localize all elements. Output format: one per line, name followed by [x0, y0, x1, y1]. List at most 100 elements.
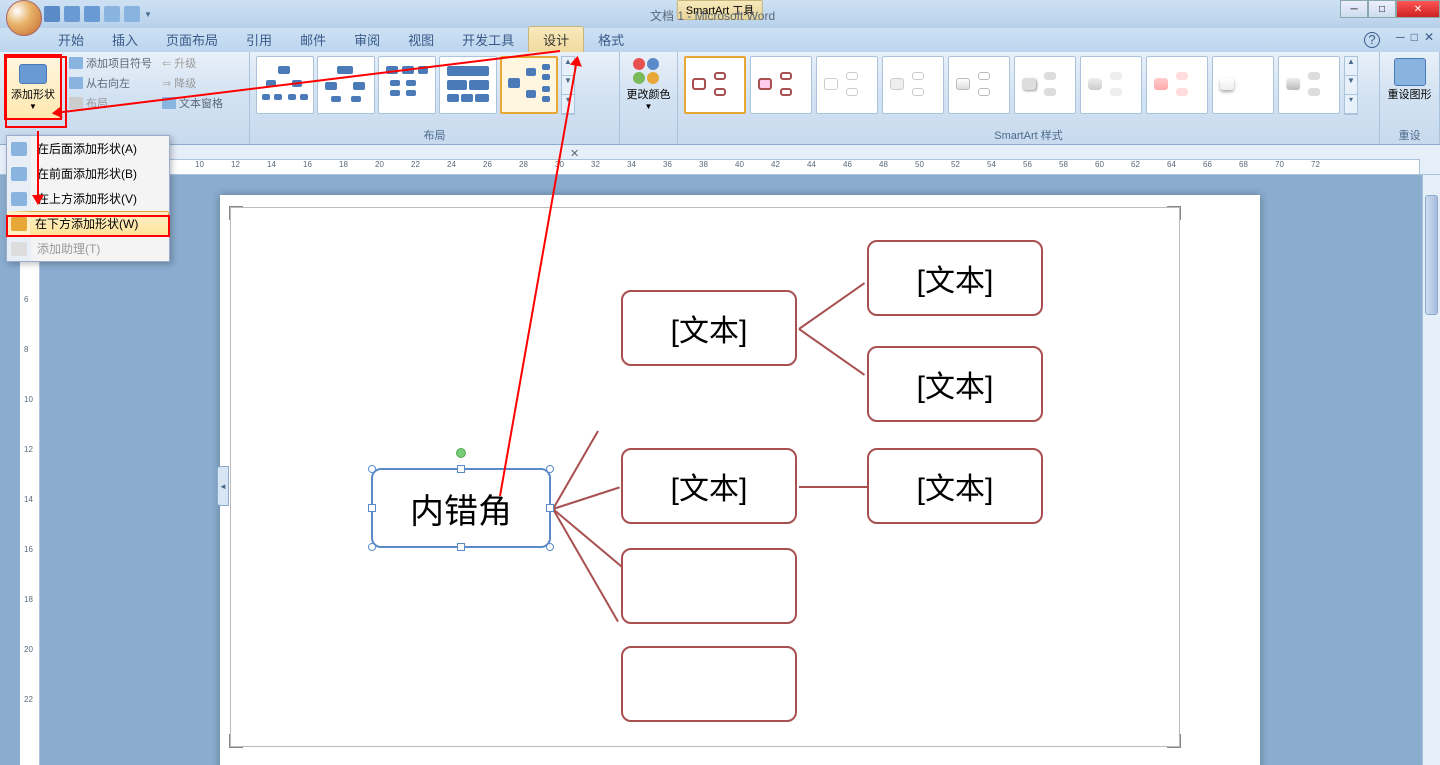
style-thumb-10[interactable] — [1278, 56, 1340, 114]
sa-node[interactable] — [621, 646, 797, 722]
sel-handle[interactable] — [368, 465, 376, 473]
frame-corner-br — [1167, 734, 1181, 748]
layout-button: 布局 — [66, 94, 155, 112]
style-thumb-7[interactable] — [1080, 56, 1142, 114]
sel-handle[interactable] — [546, 543, 554, 551]
style-gallery-more[interactable]: ▲▼▾ — [1344, 56, 1358, 115]
layout-gallery-more[interactable]: ▲▼▾ — [561, 56, 575, 115]
tab-design[interactable]: 设计 — [528, 26, 584, 52]
undo-icon[interactable] — [64, 6, 80, 22]
tab-developer[interactable]: 开发工具 — [448, 27, 528, 52]
dd-add-before[interactable]: 在前面添加形状(B) — [7, 161, 169, 186]
tab-pagelayout[interactable]: 页面布局 — [152, 27, 232, 52]
sa-connector — [552, 508, 622, 567]
sa-node[interactable]: [文本] — [621, 290, 797, 366]
sel-handle[interactable] — [546, 465, 554, 473]
smartart-frame[interactable]: ◄ 内错角 — [230, 207, 1180, 747]
layout-thumb-5[interactable] — [500, 56, 558, 114]
group-label-styles: SmartArt 样式 — [682, 126, 1375, 144]
qat-more-icon[interactable] — [124, 6, 140, 22]
layout-thumb-3[interactable] — [378, 56, 436, 114]
tab-references[interactable]: 引用 — [232, 27, 286, 52]
ribbon: 添加形状 ▼ 添加项目符号 从右向左 布局 ⇐升级 ⇒降级 文本窗格 . — [0, 52, 1440, 145]
qat-dropdown-icon[interactable]: ▼ — [144, 10, 152, 19]
maximize-button[interactable]: □ — [1368, 0, 1396, 18]
titlebar: ▼ SmartArt 工具 文档 1 - Microsoft Word ─ □ … — [0, 0, 1440, 28]
group-label-reset: 重设 — [1384, 126, 1435, 144]
sa-node[interactable]: [文本] — [621, 448, 797, 524]
textpane-icon — [162, 97, 176, 109]
expand-gallery-icon[interactable]: ▾ — [562, 95, 574, 114]
sa-node[interactable] — [621, 548, 797, 624]
mdi-minimize-icon[interactable]: ─ — [1396, 30, 1405, 44]
tab-review[interactable]: 审阅 — [340, 27, 394, 52]
tab-mailings[interactable]: 邮件 — [286, 27, 340, 52]
layout-thumb-4[interactable] — [439, 56, 497, 114]
vertical-scrollbar[interactable] — [1422, 175, 1440, 765]
dd-add-assistant: 添加助理(T) — [7, 236, 169, 261]
change-colors-button[interactable]: 更改颜色 ▼ — [624, 54, 673, 111]
expand-gallery-icon[interactable]: ▾ — [1345, 95, 1357, 114]
add-shape-dropdown: 在后面添加形状(A) 在前面添加形状(B) 在上方添加形状(V) 在下方添加形状… — [6, 135, 170, 262]
layout-small-icon — [69, 97, 83, 109]
sel-handle[interactable] — [368, 504, 376, 512]
add-before-icon — [11, 167, 27, 181]
mdi-restore-icon[interactable]: □ — [1411, 30, 1418, 44]
save-icon[interactable] — [44, 6, 60, 22]
add-bullet-button[interactable]: 添加项目符号 — [66, 54, 155, 72]
scroll-up-icon[interactable]: ▲ — [1345, 57, 1357, 76]
sa-node[interactable]: [文本] — [867, 448, 1043, 524]
scroll-down-icon[interactable]: ▼ — [1345, 76, 1357, 95]
vertical-ruler[interactable]: 246810121416182022 — [20, 175, 40, 765]
layout-thumb-1[interactable] — [256, 56, 314, 114]
print-icon[interactable] — [104, 6, 120, 22]
sa-node[interactable]: [文本] — [867, 346, 1043, 422]
style-thumb-6[interactable] — [1014, 56, 1076, 114]
style-thumb-3[interactable] — [816, 56, 878, 114]
sel-handle[interactable] — [368, 543, 376, 551]
tab-insert[interactable]: 插入 — [98, 27, 152, 52]
style-thumb-1[interactable] — [684, 56, 746, 114]
style-thumb-5[interactable] — [948, 56, 1010, 114]
sa-node[interactable]: [文本] — [867, 240, 1043, 316]
sel-handle[interactable] — [457, 543, 465, 551]
tab-format[interactable]: 格式 — [584, 27, 638, 52]
page-scroll[interactable]: ◄ 内错角 — [40, 175, 1440, 765]
ribbon-group-reset: 重设图形 重设 — [1380, 52, 1440, 144]
rotate-handle[interactable] — [456, 448, 466, 458]
dd-add-above[interactable]: 在上方添加形状(V) — [7, 186, 169, 211]
style-thumb-4[interactable] — [882, 56, 944, 114]
help-icon[interactable]: ? — [1364, 32, 1380, 48]
minimize-button[interactable]: ─ — [1340, 0, 1368, 18]
mdi-close-icon[interactable]: ✕ — [1424, 30, 1434, 44]
textpane-button[interactable]: 文本窗格 — [159, 94, 226, 112]
colors-icon — [633, 58, 665, 86]
textpane-toggle[interactable]: ◄ — [217, 466, 229, 506]
office-button[interactable] — [6, 0, 42, 36]
dd-add-below[interactable]: 在下方添加形状(W) — [7, 211, 169, 236]
ribbon-group-layout: ▲▼▾ 布局 — [250, 52, 620, 144]
sel-handle[interactable] — [546, 504, 554, 512]
layout-thumb-2[interactable] — [317, 56, 375, 114]
add-after-icon — [11, 142, 27, 156]
scroll-up-icon[interactable]: ▲ — [562, 57, 574, 76]
document-title: 文档 1 - Microsoft Word — [650, 7, 775, 24]
reset-graphic-button[interactable]: 重设图形 — [1384, 54, 1435, 102]
sa-root-node[interactable]: 内错角 — [371, 468, 551, 548]
scroll-thumb[interactable] — [1425, 195, 1438, 315]
style-thumb-2[interactable] — [750, 56, 812, 114]
scroll-down-icon[interactable]: ▼ — [562, 76, 574, 95]
dd-add-after[interactable]: 在后面添加形状(A) — [7, 136, 169, 161]
add-assistant-icon — [11, 242, 27, 256]
add-shape-button[interactable]: 添加形状 ▼ — [4, 54, 62, 120]
redo-icon[interactable] — [84, 6, 100, 22]
horizontal-ruler[interactable]: 2468101214161820222426283032343638404244… — [40, 159, 1420, 175]
tab-view[interactable]: 视图 — [394, 27, 448, 52]
style-thumb-8[interactable] — [1146, 56, 1208, 114]
sa-connector — [799, 486, 869, 488]
sel-handle[interactable] — [457, 465, 465, 473]
tab-home[interactable]: 开始 — [44, 27, 98, 52]
close-button[interactable]: ✕ — [1396, 0, 1440, 18]
rtl-button[interactable]: 从右向左 — [66, 74, 155, 92]
style-thumb-9[interactable] — [1212, 56, 1274, 114]
